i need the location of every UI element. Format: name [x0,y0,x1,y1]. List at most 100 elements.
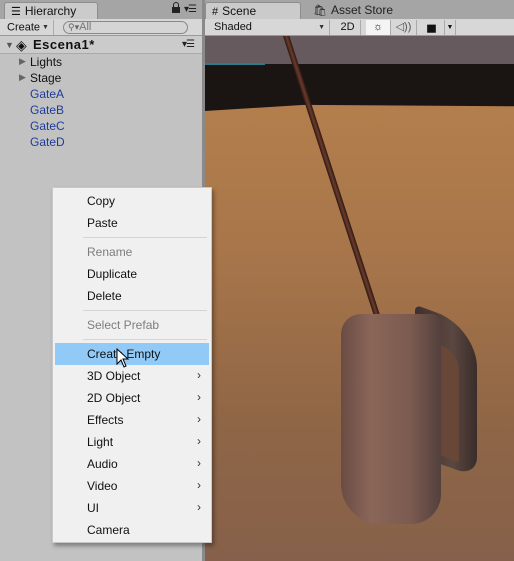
chevron-down-icon: ▼ [42,24,49,31]
expand-triangle-icon[interactable]: ▶ [19,72,26,83]
effects-toggle-button[interactable]: ▅ [419,20,445,35]
toggle-2d-button[interactable]: 2D [335,20,361,35]
draw-mode-label: Shaded [214,21,252,33]
menu-item-delete[interactable]: Delete [55,285,209,307]
collapse-triangle-icon[interactable]: ▼ [5,40,14,50]
list-icon: ☰ [11,6,21,18]
mouse-cursor-icon [116,348,130,368]
hierarchy-item-label: GateD [30,135,65,149]
viewport-sky [205,36,514,64]
menu-item-label: Delete [87,289,122,303]
tab-scene[interactable]: # Scene [205,2,301,19]
lock-icon[interactable] [172,2,180,13]
chevron-right-icon: › [197,412,201,426]
menu-item-label: Video [87,479,118,493]
menu-item-2d-object[interactable]: 2D Object › [55,387,209,409]
viewport-wall [205,64,514,111]
menu-item-select-prefab: Select Prefab [55,314,209,336]
chevron-down-icon: ▼ [446,24,454,31]
hierarchy-item-label: GateB [30,103,65,117]
menu-item-ui[interactable]: UI › [55,497,209,519]
search-icon: ⚲▾ [68,22,80,32]
tab-asset-store-label: Asset Store [330,3,393,17]
scene-name: Escena1* [33,37,95,52]
menu-item-label: Light [87,435,114,449]
scene-viewport[interactable] [205,36,514,561]
selection-outline [205,63,265,65]
menu-item-audio[interactable]: Audio › [55,453,209,475]
menu-item-label: Copy [87,194,116,208]
chevron-right-icon: › [197,500,201,514]
hierarchy-item[interactable]: GateB [0,102,202,118]
scene-toolbar: Shaded ▼ 2D ☼ ◁)) ▅ ▼ [205,19,514,36]
hierarchy-item[interactable]: ▶ Lights [0,54,202,70]
grid-icon: # [212,6,219,18]
hierarchy-item[interactable]: GateA [0,86,202,102]
menu-item-label: Rename [87,245,133,259]
context-menu: Copy Paste Rename Duplicate Delete Select Pre… [52,187,212,543]
speaker-icon: ◁)) [395,21,412,33]
tab-hierarchy[interactable]: ☰ Hierarchy [4,2,98,19]
hierarchy-toolbar: Create ▼ ⚲▾All [0,19,202,36]
menu-item-create-empty[interactable]: Create Empty [55,343,209,365]
menu-separator [83,339,207,340]
menu-item-label: 3D Object [87,369,141,383]
menu-item-label: Audio [87,457,118,471]
chevron-right-icon: › [197,478,201,492]
menu-item-label: Duplicate [87,267,138,281]
audio-toggle-button[interactable]: ◁)) [391,20,417,35]
hierarchy-item[interactable]: GateC [0,118,202,134]
effects-dropdown-button[interactable]: ▼ [445,20,456,35]
draw-mode-dropdown[interactable]: Shaded ▼ [208,20,330,35]
menu-item-duplicate[interactable]: Duplicate [55,263,209,285]
chevron-right-icon: › [197,434,201,448]
chevron-right-icon: › [197,368,201,382]
store-bag-icon: 🛍 [313,5,327,17]
menu-item-label: Paste [87,216,118,230]
menu-separator [83,310,207,311]
hierarchy-item-label: GateA [30,87,65,101]
hierarchy-tabbar: ☰ Hierarchy ▾☰ [0,0,202,19]
panel-menu-icon[interactable]: ▾☰ [184,4,197,15]
menu-item-rename: Rename [55,241,209,263]
tab-asset-store[interactable]: 🛍 Asset Store [307,2,407,19]
menu-item-label: 2D Object [87,391,141,405]
hierarchy-item[interactable]: GateD [0,134,202,150]
unity-logo-icon: ◈ [16,37,27,53]
image-icon: ▅ [427,21,436,33]
menu-item-effects[interactable]: Effects › [55,409,209,431]
scene-panel: # Scene 🛍 Asset Store Shaded ▼ 2D ☼ ◁)) ▅ … [205,0,514,561]
menu-item-video[interactable]: Video › [55,475,209,497]
menu-item-light[interactable]: Light › [55,431,209,453]
menu-item-label: UI [87,501,99,515]
search-input[interactable]: ⚲▾All [63,21,188,34]
menu-item-label: Camera [87,523,130,537]
menu-item-3d-object[interactable]: 3D Object › [55,365,209,387]
scene-root-row[interactable]: ▼ ◈ Escena1* ▾☰ [0,36,202,54]
create-label: Create [7,21,41,34]
menu-item-label: Effects [87,413,124,427]
menu-item-paste[interactable]: Paste [55,212,209,234]
search-placeholder: All [79,21,92,33]
chevron-right-icon: › [197,456,201,470]
unity-editor: ☰ Hierarchy ▾☰ Create ▼ ⚲▾All ▼ ◈ Escena1*… [0,0,514,561]
menu-separator [83,237,207,238]
hierarchy-item-label: Lights [30,55,63,69]
scene-object-gate[interactable] [335,304,480,531]
chevron-down-icon: ▼ [318,24,325,31]
lighting-toggle-button[interactable]: ☼ [366,20,391,35]
tab-scene-label: Scene [222,4,257,18]
expand-triangle-icon[interactable]: ▶ [19,56,26,67]
sun-icon: ☼ [372,21,384,33]
scene-menu-icon[interactable]: ▾☰ [182,39,195,50]
scene-tabbar: # Scene 🛍 Asset Store [205,0,514,19]
menu-item-label: Select Prefab [87,318,160,332]
create-button[interactable]: Create ▼ [3,20,54,35]
menu-item-copy[interactable]: Copy [55,190,209,212]
hierarchy-item[interactable]: ▶ Stage [0,70,202,86]
menu-item-camera[interactable]: Camera [55,519,209,541]
gate-front [341,314,441,524]
hierarchy-item-label: Stage [30,71,62,85]
hierarchy-item-label: GateC [30,119,65,133]
tab-hierarchy-label: Hierarchy [24,4,77,18]
